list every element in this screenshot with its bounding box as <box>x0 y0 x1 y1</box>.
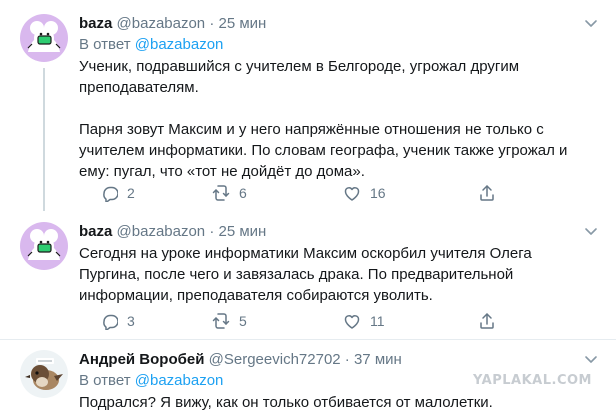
avatar-image <box>20 350 68 398</box>
tweet-content: baza @bazabazon · 25 мин Сегодня на урок… <box>79 222 600 306</box>
tweet-header: baza @bazabazon · 25 мин <box>79 14 600 34</box>
reply-icon <box>103 186 118 202</box>
retweet-count: 5 <box>239 313 247 329</box>
separator-dot: · <box>344 351 350 368</box>
username[interactable]: @bazabazon <box>117 15 206 32</box>
avatar-image <box>20 222 68 270</box>
tweet-text: Сегодня на уроке информатики Максим оско… <box>79 243 600 306</box>
reply-button[interactable]: 3 <box>100 310 135 332</box>
timestamp[interactable]: 37 мин <box>354 351 402 368</box>
username[interactable]: @Sergeevich72702 <box>209 351 341 368</box>
display-name[interactable]: baza <box>79 15 112 32</box>
tweet-header: baza @bazabazon · 25 мин <box>79 222 600 242</box>
heart-icon <box>344 315 360 329</box>
display-name[interactable]: Андрей Воробей <box>79 351 204 368</box>
retweet-count: 6 <box>239 185 247 201</box>
like-button[interactable]: 16 <box>343 182 386 204</box>
tweet-header: Андрей Воробей @Sergeevich72702 · 37 мин <box>79 350 600 370</box>
reply-context: В ответ @bazabazon <box>79 35 600 55</box>
timestamp[interactable]: 25 мин <box>219 223 267 240</box>
tweet-actions: 3 5 11 <box>100 310 540 332</box>
chevron-down-icon[interactable] <box>584 224 598 238</box>
reply-handle-link[interactable]: @bazabazon <box>135 372 224 389</box>
thread-line <box>43 68 45 211</box>
tweet-actions: 2 6 16 <box>100 182 540 204</box>
reply-button[interactable]: 2 <box>100 182 135 204</box>
share-icon <box>480 185 494 201</box>
timestamp[interactable]: 25 мин <box>219 15 267 32</box>
retweet-button[interactable]: 5 <box>212 310 247 332</box>
tweet-paragraph: Ученик, подравшийся с учителем в Белгоро… <box>79 58 520 96</box>
like-count: 11 <box>370 313 385 329</box>
chevron-down-icon[interactable] <box>584 352 598 366</box>
avatar[interactable] <box>20 14 68 62</box>
heart-icon <box>344 187 360 201</box>
tweet-paragraph: Подрался? Я вижу, как он только отбивает… <box>79 394 493 411</box>
tweet-text: Ученик, подравшийся с учителем в Белгоро… <box>79 56 600 182</box>
like-button[interactable]: 11 <box>343 310 385 332</box>
reply-prefix: В ответ <box>79 36 131 53</box>
reply-prefix: В ответ <box>79 372 131 389</box>
like-count: 16 <box>370 185 386 201</box>
retweet-icon <box>212 185 230 201</box>
tweet-text: Подрался? Я вижу, как он только отбивает… <box>79 392 600 413</box>
retweet-button[interactable]: 6 <box>212 182 247 204</box>
chevron-down-icon[interactable] <box>584 16 598 30</box>
tweet[interactable]: baza @bazabazon · 25 мин В ответ @bazaba… <box>0 0 616 212</box>
share-icon <box>480 313 494 329</box>
retweet-icon <box>212 313 230 329</box>
tweet-content: baza @bazabazon · 25 мин В ответ @bazaba… <box>79 14 600 182</box>
username[interactable]: @bazabazon <box>117 223 206 240</box>
share-button[interactable] <box>478 182 505 204</box>
reply-count: 2 <box>127 185 135 201</box>
separator-dot: · <box>209 15 215 32</box>
share-button[interactable] <box>478 310 505 332</box>
reply-handle-link[interactable]: @bazabazon <box>135 36 224 53</box>
display-name[interactable]: baza <box>79 223 112 240</box>
watermark: YAPLAKAL.COM <box>473 373 592 388</box>
reply-icon <box>103 314 118 330</box>
reply-count: 3 <box>127 313 135 329</box>
tweet-paragraph: Сегодня на уроке информатики Максим оско… <box>79 245 532 304</box>
tweet-paragraph: Парня зовут Максим и у него напряжённые … <box>79 121 568 180</box>
separator-dot: · <box>209 223 215 240</box>
avatar[interactable] <box>20 222 68 270</box>
tweet[interactable]: baza @bazabazon · 25 мин Сегодня на урок… <box>0 212 616 340</box>
avatar-image <box>20 14 68 62</box>
avatar[interactable] <box>20 350 68 398</box>
